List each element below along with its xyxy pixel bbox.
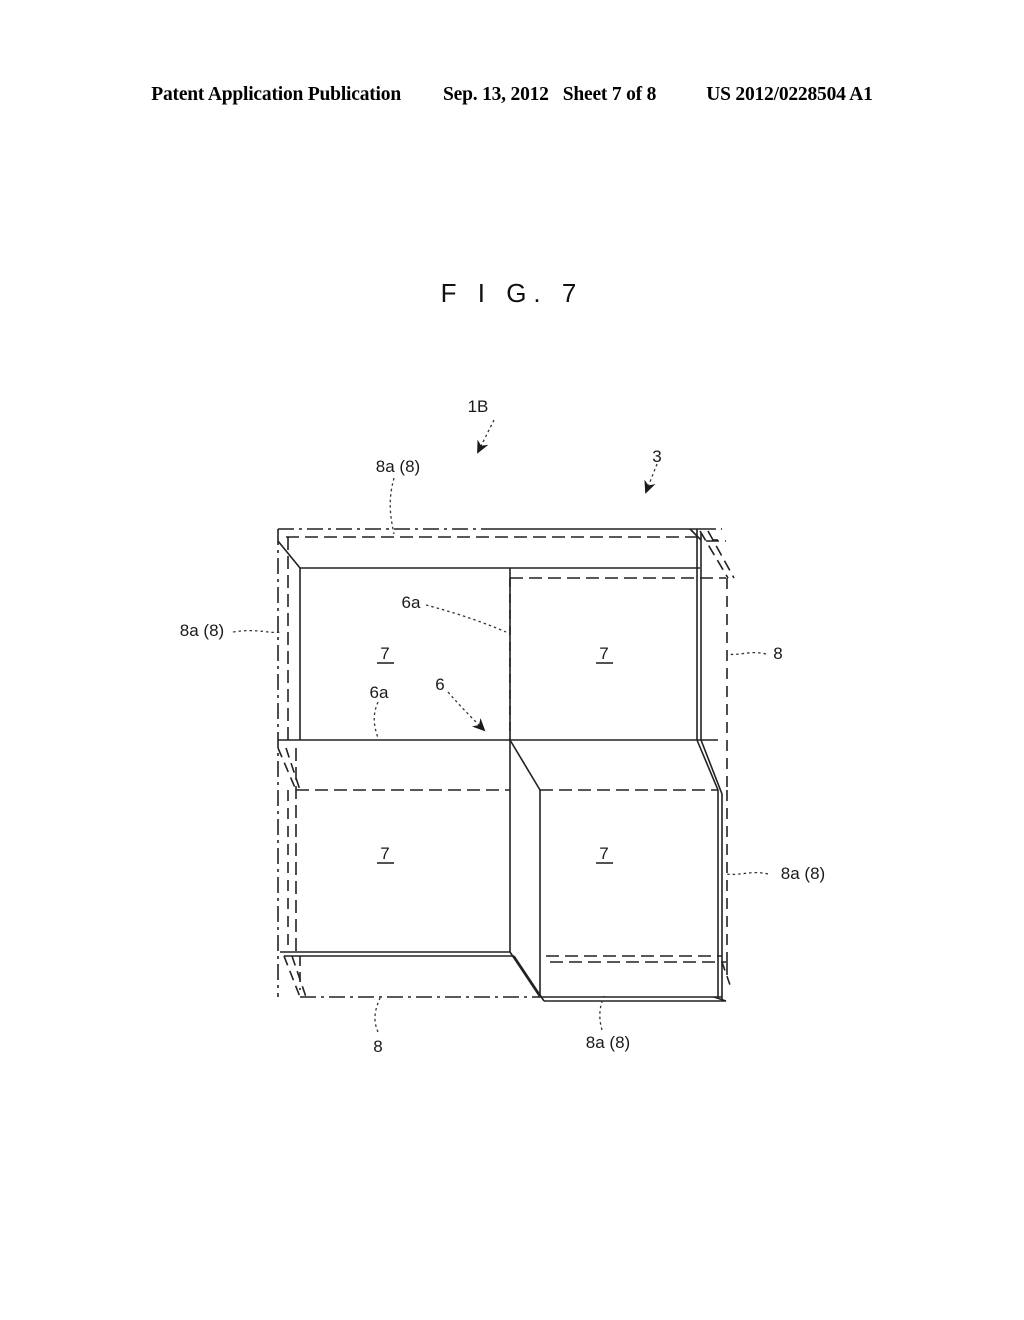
leader-6a-upper bbox=[425, 604, 507, 633]
label-8a-left: 8a (8) bbox=[180, 621, 224, 640]
bottom-left-transition-diagonal-a bbox=[509, 951, 541, 998]
leader-3 bbox=[644, 463, 658, 494]
bottom-right-corner-dashed-diagonal bbox=[721, 961, 731, 986]
callout-leaders bbox=[232, 419, 769, 1033]
label-cell-bottom-right: 7 bbox=[599, 844, 608, 863]
label-cell-top-left: 7 bbox=[380, 644, 389, 663]
label-1B: 1B bbox=[468, 397, 489, 416]
top-right-corner-diagonal-upper2 bbox=[707, 530, 735, 579]
label-cell-top-right: 7 bbox=[599, 644, 608, 663]
leader-8a-right-lower bbox=[725, 871, 769, 876]
label-8-bottom: 8 bbox=[373, 1037, 382, 1056]
label-8a-bottom: 8a (8) bbox=[586, 1033, 630, 1052]
label-3: 3 bbox=[652, 447, 661, 466]
label-6a-upper: 6a bbox=[402, 593, 421, 612]
right-mid-transition-diagonal-a bbox=[696, 739, 719, 791]
box-outer-hidden-edges bbox=[277, 528, 735, 1002]
leader-8-right bbox=[727, 651, 767, 656]
leader-8a-top bbox=[389, 477, 395, 535]
figure-drawing: 1B 3 8a (8) 8a (8) 8 8a (8) 8 8a (8) 6a … bbox=[180, 397, 825, 1056]
label-8-right: 8 bbox=[773, 644, 782, 663]
label-6a-lower: 6a bbox=[370, 683, 389, 702]
figure-labels: 1B 3 8a (8) 8a (8) 8 8a (8) 8 8a (8) 6a … bbox=[180, 397, 825, 1056]
center-partition-diagonal bbox=[509, 739, 541, 791]
label-8a-right-lower: 8a (8) bbox=[781, 864, 825, 883]
leader-8-bottom bbox=[374, 997, 381, 1033]
label-cell-bottom-left: 7 bbox=[380, 844, 389, 863]
label-6-center: 6 bbox=[435, 675, 444, 694]
leader-1B bbox=[477, 419, 495, 454]
leader-8a-left bbox=[232, 629, 283, 634]
leader-6-center bbox=[447, 691, 486, 732]
bottom-left-corner-dashed-diagonal-b bbox=[291, 955, 307, 998]
label-8a-top: 8a (8) bbox=[376, 457, 420, 476]
right-mid-transition-diagonal-b bbox=[700, 739, 723, 795]
cell-label-underlines bbox=[377, 662, 613, 864]
top-left-corner-diagonal bbox=[277, 540, 301, 569]
patent-page: Patent Application Publication Sep. 13, … bbox=[0, 0, 1024, 1320]
bottom-left-corner-dashed-diagonal-a bbox=[283, 955, 301, 998]
top-right-corner-diagonal-upper bbox=[699, 530, 729, 579]
leader-6a-lower bbox=[373, 701, 379, 739]
